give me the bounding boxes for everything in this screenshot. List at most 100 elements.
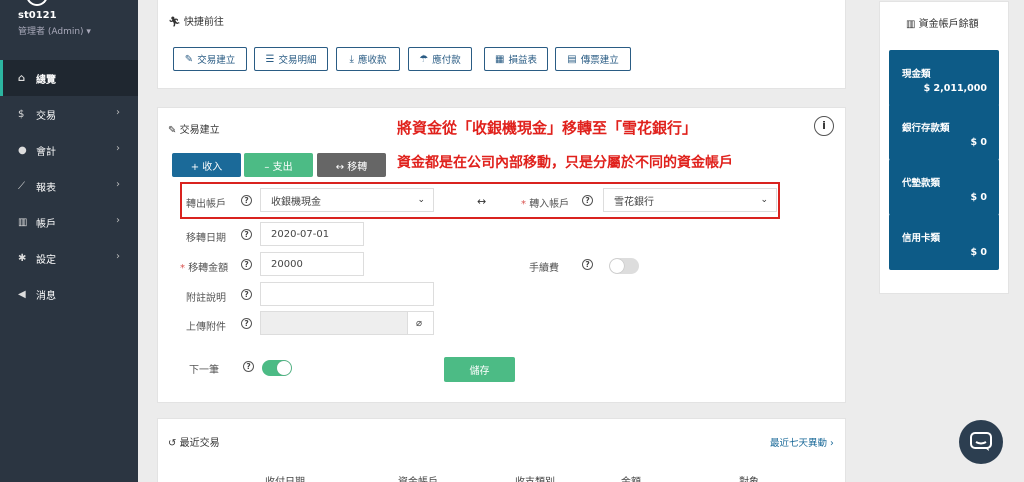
next-entry-label: 下一筆: [189, 365, 219, 376]
annotation-transfer-direction: 將資金從「收銀機現金」移轉至「雪花銀行」: [397, 119, 698, 137]
tab-income[interactable]: + 收入: [172, 153, 241, 177]
to-account-select[interactable]: 雪花銀行 ⌄: [603, 188, 777, 212]
quick-access-panel: 🏃︎ 快捷前往 ✎ 交易建立 ☰ 交易明細 ⤓ 應收款 ☂ 應付款 ▦ 損益表 …: [157, 0, 846, 89]
gear-icon: ✱: [18, 252, 27, 264]
sidebar-item-messages[interactable]: ◀ 消息: [0, 276, 138, 312]
paperclip-icon: ⌀: [416, 317, 423, 329]
chevron-down-icon: ⌄: [760, 195, 768, 205]
help-icon[interactable]: ?: [241, 318, 252, 329]
sidebar-item-overview[interactable]: ⌂ 總覽: [0, 60, 138, 96]
quick-access-title: 🏃︎ 快捷前往: [168, 17, 224, 28]
list-icon: ☰: [265, 53, 275, 65]
annotation-transfer-explanation: 資金都是在公司內部移動，只是分屬於不同的資金帳戶: [397, 155, 733, 171]
quick-button-create-transaction[interactable]: ✎ 交易建立: [173, 47, 247, 71]
sidebar-item-label: 總覽: [36, 74, 56, 86]
help-icon[interactable]: ?: [241, 229, 252, 240]
note-input[interactable]: [260, 282, 434, 306]
transaction-title: ✎ 交易建立: [168, 125, 220, 136]
quick-button-create-voucher[interactable]: ▤ 傳票建立: [555, 47, 631, 71]
sidebar-item-reports[interactable]: ⟋ 報表 ›: [0, 168, 138, 204]
column-header-date: 收付日期: [265, 473, 305, 482]
recent-seven-days-link[interactable]: 最近七天異動 ›: [770, 435, 834, 449]
chevron-right-icon: ›: [116, 107, 120, 118]
pencil-icon: ✎: [184, 53, 194, 65]
chevron-right-icon: ›: [116, 215, 120, 226]
help-icon[interactable]: ?: [582, 195, 593, 206]
column-header-amount: 金額: [621, 473, 641, 482]
next-entry-toggle[interactable]: [262, 360, 292, 376]
transfer-date-input[interactable]: 2020-07-01: [260, 222, 364, 246]
transfer-date-label: 移轉日期: [186, 233, 226, 244]
sidebar-nav: ⌂ 總覽 $ 交易 › ● 會計 › ⟋ 報表 › ▥ 帳戶 › ✱ 設定 ›: [0, 60, 138, 312]
save-button[interactable]: 儲存: [444, 357, 515, 382]
quick-button-transaction-details[interactable]: ☰ 交易明細: [254, 47, 328, 71]
sidebar-item-label: 帳戶: [36, 218, 56, 230]
transfer-arrow-icon: ↔: [477, 195, 487, 208]
bank-icon: ▥: [18, 216, 28, 228]
voucher-icon: ▤: [567, 53, 577, 65]
tab-expense[interactable]: – 支出: [244, 153, 313, 177]
toggle-knob: [610, 259, 624, 273]
from-account-label: 轉出帳戶: [186, 199, 226, 210]
help-icon[interactable]: ?: [241, 195, 252, 206]
attachment-label: 上傳附件: [186, 322, 226, 333]
from-account-select[interactable]: 收銀機現金 ⌄: [260, 188, 434, 212]
umbrella-icon: ☂: [419, 53, 429, 65]
fee-label: 手續費: [529, 263, 559, 274]
sidebar-item-transactions[interactable]: $ 交易 ›: [0, 96, 138, 132]
toggle-knob: [277, 361, 291, 375]
bank-icon: ▥: [906, 19, 916, 30]
sidebar-item-accounts[interactable]: ▥ 帳戶 ›: [0, 204, 138, 240]
note-label: 附註說明: [186, 293, 226, 304]
run-icon: 🏃︎: [168, 17, 181, 28]
attachment-button[interactable]: ⌀: [407, 311, 434, 335]
account-card-advance[interactable]: 代墊款類 $ 0: [889, 159, 999, 215]
chevron-down-icon: ⌄: [417, 195, 425, 205]
account-card-bank[interactable]: 銀行存款類 $ 0: [889, 104, 999, 160]
transfer-amount-label: * 移轉金額: [180, 263, 229, 274]
quick-button-payables[interactable]: ☂ 應付款: [408, 47, 472, 71]
chat-icon: [970, 432, 992, 451]
help-icon[interactable]: ?: [241, 259, 252, 270]
sidebar-item-label: 消息: [36, 290, 56, 302]
sidebar-item-label: 報表: [36, 182, 56, 194]
quick-button-receivables[interactable]: ⤓ 應收款: [336, 47, 400, 71]
user-role-dropdown[interactable]: 管理者 (Admin) ▾: [18, 24, 91, 37]
chevron-right-icon: ›: [116, 179, 120, 190]
home-icon: ⌂: [18, 72, 26, 84]
chat-button[interactable]: [959, 420, 1003, 464]
sidebar: st0121 管理者 (Admin) ▾ ⌂ 總覽 $ 交易 › ● 會計 › …: [0, 0, 138, 482]
sidebar-item-label: 會計: [36, 146, 56, 158]
to-account-label: * 轉入帳戶: [521, 199, 570, 210]
recent-transactions-title: ↺ 最近交易: [168, 438, 220, 449]
username: st0121: [18, 10, 57, 21]
column-header-party: 對象: [739, 473, 759, 482]
chevron-right-icon: ›: [116, 251, 120, 262]
sidebar-item-settings[interactable]: ✱ 設定 ›: [0, 240, 138, 276]
column-header-category: 收支類別: [515, 473, 555, 482]
quick-button-income-statement[interactable]: ▦ 損益表: [484, 47, 548, 71]
info-icon[interactable]: i: [814, 116, 834, 136]
sidebar-item-accounting[interactable]: ● 會計 ›: [0, 132, 138, 168]
dollar-icon: $: [18, 108, 25, 120]
account-card-cash[interactable]: 現金類 $ 2,011,000: [889, 50, 999, 106]
transfer-amount-input[interactable]: 20000: [260, 252, 364, 276]
bar-chart-icon: ▦: [495, 53, 505, 65]
sidebar-item-label: 交易: [36, 110, 56, 122]
attachment-input: [260, 311, 408, 335]
account-card-credit[interactable]: 信用卡類 $ 0: [889, 214, 999, 270]
pencil-icon: ✎: [168, 125, 177, 136]
hand-receive-icon: ⤓: [349, 53, 354, 65]
fee-toggle[interactable]: [609, 258, 639, 274]
column-header-account: 資金帳戶: [398, 473, 438, 482]
balances-title: ▥ 資金帳戶餘額: [906, 19, 979, 30]
avatar[interactable]: [26, 0, 48, 6]
user-icon: ●: [18, 144, 27, 156]
megaphone-icon: ◀: [18, 288, 26, 300]
chart-icon: ⟋: [18, 180, 25, 192]
help-icon[interactable]: ?: [582, 259, 593, 270]
chevron-right-icon: ›: [116, 143, 120, 154]
tab-transfer[interactable]: ↔ 移轉: [317, 153, 386, 177]
help-icon[interactable]: ?: [241, 289, 252, 300]
help-icon[interactable]: ?: [243, 361, 254, 372]
